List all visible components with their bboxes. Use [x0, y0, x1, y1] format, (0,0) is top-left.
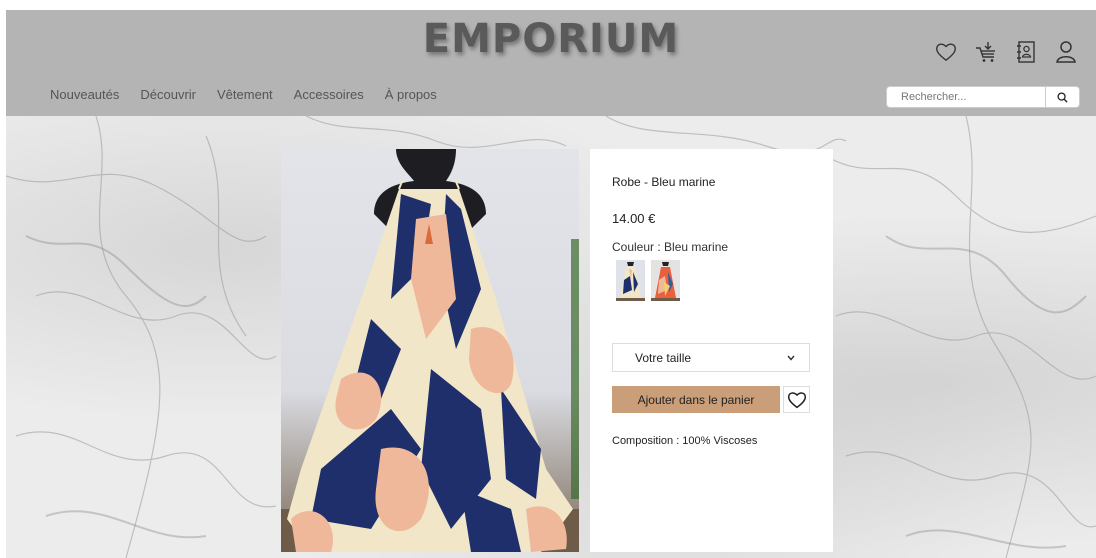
user-icon[interactable]: [1054, 40, 1078, 64]
heart-icon[interactable]: [934, 40, 958, 64]
page-frame: EMPORIUM Nouveautés Découvrir Vêtement A…: [6, 10, 1096, 558]
size-select[interactable]: Votre taille: [612, 343, 810, 372]
product-name: Robe - Bleu marine: [612, 175, 716, 189]
search-icon: [1057, 91, 1068, 103]
product-price: 14.00 €: [612, 211, 656, 226]
size-select-label: Votre taille: [635, 350, 692, 365]
nav-item-nouveautes[interactable]: Nouveautés: [50, 87, 119, 102]
search-button[interactable]: [1046, 86, 1080, 108]
product-image[interactable]: [281, 149, 579, 552]
product-composition: Composition : 100% Viscoses: [612, 435, 758, 447]
nav-item-accessoires[interactable]: Accessoires: [294, 87, 364, 102]
main-nav: Nouveautés Découvrir Vêtement Accessoire…: [50, 87, 437, 102]
cart-icon[interactable]: [974, 40, 998, 64]
color-swatches: [616, 260, 680, 301]
add-to-wishlist-button[interactable]: [783, 386, 810, 413]
chevron-down-icon: [787, 355, 795, 361]
product-details-card: Robe - Bleu marine 14.00 € Couleur : Ble…: [590, 149, 833, 552]
nav-item-vetement[interactable]: Vêtement: [217, 87, 273, 102]
search-input[interactable]: [886, 86, 1046, 108]
nav-item-decouvrir[interactable]: Découvrir: [140, 87, 196, 102]
site-logo[interactable]: EMPORIUM: [6, 16, 1096, 62]
heart-icon: [787, 391, 806, 408]
nav-item-a-propos[interactable]: À propos: [385, 87, 437, 102]
add-to-cart-button[interactable]: Ajouter dans le panier: [612, 386, 780, 413]
header-icons: [934, 40, 1078, 64]
swatch-bleu-marine[interactable]: [616, 260, 645, 301]
swatch-rouge[interactable]: [651, 260, 680, 301]
color-label: Couleur : Bleu marine: [612, 240, 729, 254]
site-header: EMPORIUM Nouveautés Découvrir Vêtement A…: [6, 10, 1096, 116]
search-bar: [886, 86, 1080, 108]
contact-book-icon[interactable]: [1014, 40, 1038, 64]
